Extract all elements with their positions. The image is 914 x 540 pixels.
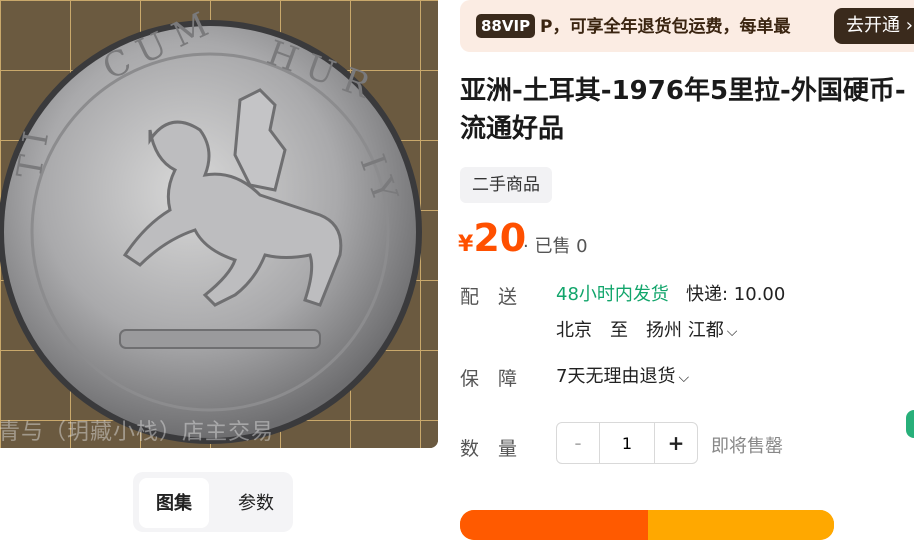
product-title-line2: 流通好品: [460, 114, 565, 144]
guarantee-label: 保 障: [460, 368, 518, 390]
price-value: 20: [473, 216, 527, 260]
purchase-buttons: [460, 510, 834, 540]
increment-button[interactable]: +: [654, 423, 697, 463]
image-watermark: 青与（玥藏小栈）店主交易: [0, 420, 275, 445]
coin-illustration: C U M H U R I Y T I: [0, 0, 438, 448]
shipping-route[interactable]: 北京 至 扬州 江都 ⌵: [556, 316, 737, 342]
shipping-route-text: 北京 至 扬州 江都: [556, 320, 724, 341]
quantity-label: 数 量: [460, 438, 518, 460]
guarantee-text: 7天无理由退货: [556, 366, 676, 387]
svg-text:T I: T I: [9, 128, 57, 181]
vip-activate-button[interactable]: 去开通 ›: [834, 8, 914, 44]
gallery-tabs: 图集 参数: [133, 472, 293, 532]
quantity-input[interactable]: [600, 423, 654, 463]
shipping-fee: 快递: 10.00: [686, 284, 786, 305]
guarantee-value[interactable]: 7天无理由退货 ⌵: [556, 362, 689, 388]
shipping-fast: 48小时内发货: [556, 284, 669, 305]
price-currency: ¥: [458, 232, 474, 257]
shipping-label: 配 送: [460, 286, 518, 308]
buy-now-button[interactable]: [648, 510, 834, 540]
side-float-button[interactable]: [906, 410, 914, 438]
tab-gallery[interactable]: 图集: [139, 478, 209, 528]
sold-count: · 已售 0: [523, 236, 588, 257]
vip-banner[interactable]: 88VIP P，可享全年退货包运费，每单最 去开通 ›: [460, 0, 914, 52]
product-title-line1: 亚洲-土耳其-1976年5里拉-外国硬币-: [460, 76, 906, 106]
tab-params[interactable]: 参数: [221, 478, 291, 528]
chevron-down-icon: ⌵: [726, 324, 738, 340]
product-image[interactable]: C U M H U R I Y T I 青与（玥藏小栈）店主交易: [0, 0, 438, 448]
chevron-down-icon: ⌵: [678, 370, 690, 386]
stock-note: 即将售罄: [711, 436, 783, 457]
decrement-button[interactable]: -: [557, 423, 600, 463]
vip-badge: 88VIP: [476, 14, 536, 38]
condition-tag: 二手商品: [460, 167, 552, 203]
price: ¥20: [458, 216, 526, 266]
vip-promo-text: P，可享全年退货包运费，每单最: [540, 17, 791, 37]
product-title: 亚洲-土耳其-1976年5里拉-外国硬币- 流通好品: [460, 72, 914, 148]
quantity-stepper: - +: [556, 422, 698, 464]
add-to-cart-button[interactable]: [460, 510, 648, 540]
